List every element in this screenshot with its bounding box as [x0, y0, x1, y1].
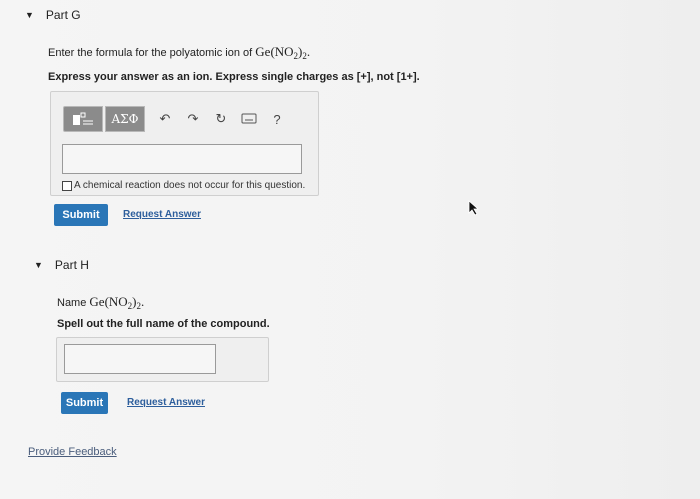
- template-button[interactable]: [63, 106, 103, 132]
- part-g-compound: Ge(NO2)2.: [255, 44, 311, 61]
- no-reaction-checkbox[interactable]: [62, 180, 72, 191]
- part-h-prompt: Name Ge(NO2)2.: [57, 294, 145, 311]
- part-g-submit-button[interactable]: Submit: [54, 204, 108, 226]
- part-g-caret-icon[interactable]: ▼: [25, 10, 34, 20]
- part-g-request-answer-link[interactable]: Request Answer: [123, 209, 201, 220]
- no-reaction-row[interactable]: A chemical reaction does not occur for t…: [62, 180, 305, 191]
- part-h-compound: Ge(NO2)2.: [89, 294, 145, 311]
- mouse-cursor-icon: [468, 200, 480, 216]
- undo-icon[interactable]: ↶: [151, 111, 179, 127]
- part-h-submit-button[interactable]: Submit: [61, 392, 108, 414]
- keyboard-icon[interactable]: [235, 112, 263, 127]
- part-h-header[interactable]: ▼ Part H: [34, 258, 89, 272]
- part-g-title: Part G: [45, 8, 81, 22]
- reset-icon[interactable]: ↻: [207, 111, 235, 127]
- part-h-prompt-text: Name: [57, 297, 87, 309]
- question-panel: ▼ Part G Enter the formula for the polya…: [0, 0, 700, 499]
- part-h-caret-icon[interactable]: ▼: [34, 260, 43, 270]
- part-g-answer-input[interactable]: [62, 144, 302, 174]
- part-g-prompt: Enter the formula for the polyatomic ion…: [48, 44, 311, 61]
- part-h-request-answer-link[interactable]: Request Answer: [127, 397, 205, 408]
- part-h-answer-box: [56, 337, 269, 382]
- no-reaction-label: A chemical reaction does not occur for t…: [74, 180, 306, 191]
- part-g-header[interactable]: ▼ Part G: [25, 8, 81, 22]
- math-toolbar: ΑΣΦ ↶ ↷ ↻ ?: [63, 106, 291, 132]
- part-h-answer-input[interactable]: [64, 344, 216, 374]
- greek-button[interactable]: ΑΣΦ: [105, 106, 145, 132]
- part-h-title: Part H: [54, 258, 89, 272]
- part-h-instruction: Spell out the full name of the compound.: [57, 318, 270, 330]
- template-icon: [73, 112, 93, 125]
- provide-feedback-link[interactable]: Provide Feedback: [28, 446, 117, 458]
- part-g-answer-box: ΑΣΦ ↶ ↷ ↻ ? A chemical reaction does not…: [50, 91, 319, 196]
- redo-icon[interactable]: ↷: [179, 111, 207, 127]
- part-g-prompt-text: Enter the formula for the polyatomic ion…: [48, 47, 253, 59]
- part-g-instruction: Express your answer as an ion. Express s…: [48, 71, 420, 83]
- help-button[interactable]: ?: [263, 112, 291, 127]
